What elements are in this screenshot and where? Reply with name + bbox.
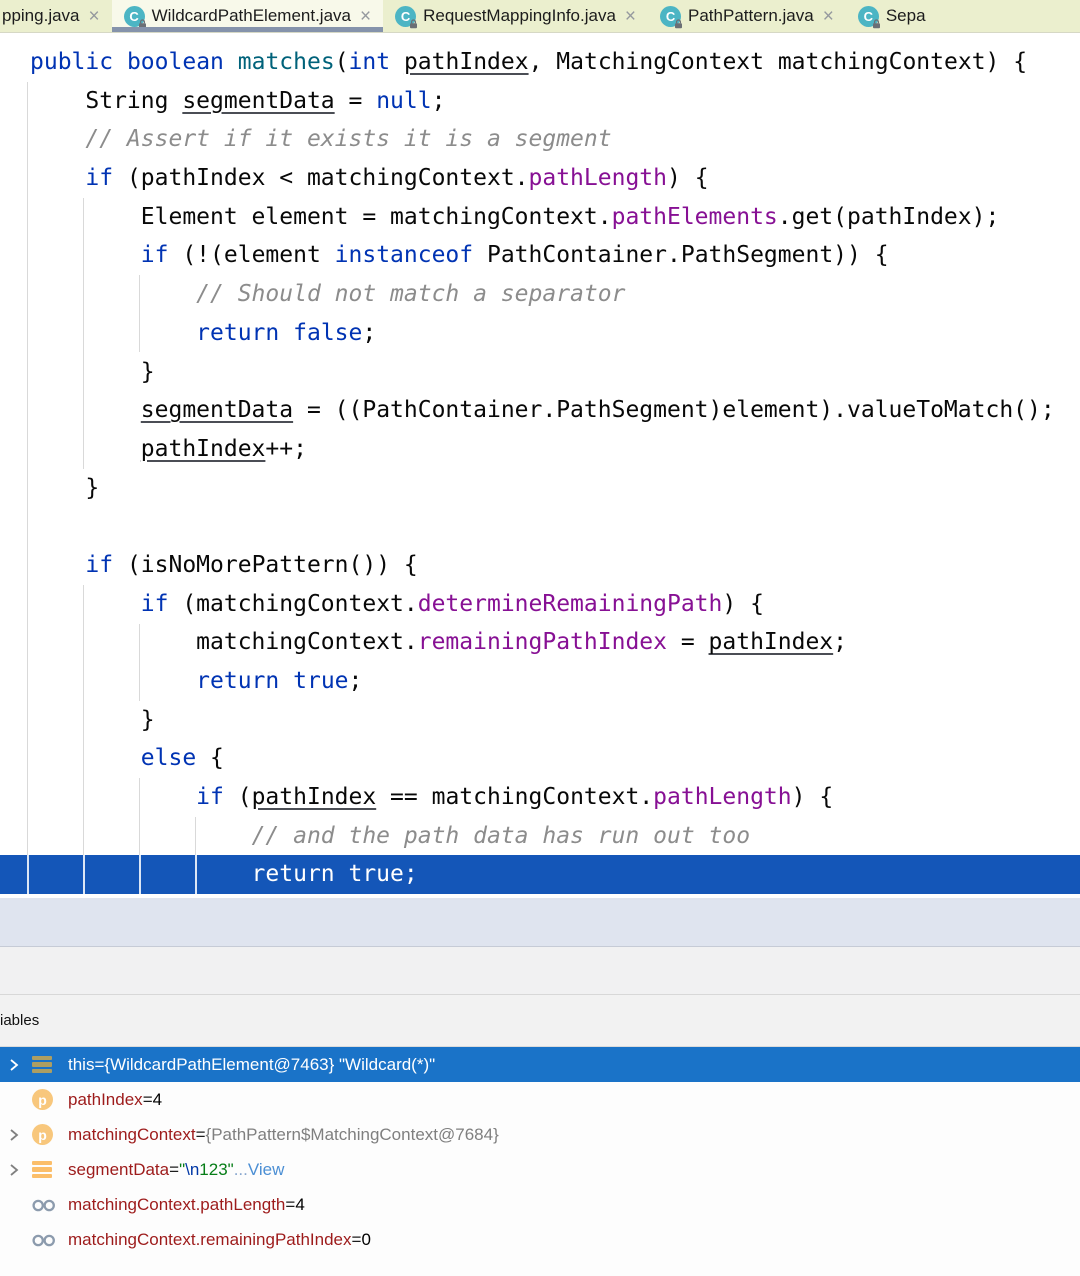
variable-value: =	[352, 1230, 362, 1250]
expand-chevron-icon[interactable]	[0, 1056, 28, 1074]
watch-icon	[28, 1197, 68, 1213]
variable-value: ...	[234, 1160, 248, 1180]
value-icon	[32, 1056, 52, 1074]
tab-requestmappinginfo-java[interactable]: C RequestMappingInfo.java ×	[383, 0, 648, 32]
variable-row-matchingcontext-remainingpathindex[interactable]: matchingContext.remainingPathIndex = 0	[0, 1222, 1080, 1257]
variable-value: 123"	[199, 1160, 233, 1180]
variable-row-this[interactable]: this = {WildcardPathElement@7463} "Wildc…	[0, 1047, 1080, 1082]
code-line[interactable]: }	[0, 353, 1080, 392]
variable-value: =	[94, 1055, 104, 1075]
variable-value: =	[285, 1195, 295, 1215]
ide-window: pping.java × C WildcardPathElement.java × C Re…	[0, 0, 1080, 1276]
parameter-icon: p	[28, 1089, 68, 1110]
code-line[interactable]	[0, 507, 1080, 546]
code-line[interactable]: // Assert if it exists it is a segment	[0, 120, 1080, 159]
tab-sepa[interactable]: C Sepa	[846, 0, 938, 32]
tab-label: RequestMappingInfo.java	[423, 6, 616, 26]
tab-close-icon[interactable]: ×	[625, 7, 636, 26]
variable-name: matchingContext.pathLength	[68, 1195, 285, 1215]
expand-chevron-icon[interactable]	[0, 1161, 28, 1179]
value-icon	[28, 1161, 68, 1179]
tab-pathpattern-java[interactable]: C PathPattern.java ×	[648, 0, 846, 32]
class-icon: C	[124, 6, 145, 27]
class-icon: C	[660, 6, 681, 27]
class-icon: C	[395, 6, 416, 27]
view-link[interactable]: View	[248, 1160, 285, 1180]
parameter-icon: p	[28, 1124, 68, 1145]
code-line[interactable]: // and the path data has run out too	[0, 817, 1080, 856]
editor-tab-bar: pping.java × C WildcardPathElement.java × C Re…	[0, 0, 1080, 33]
variables-panel-header: iables	[0, 995, 1080, 1047]
tab-close-icon[interactable]: ×	[89, 7, 100, 26]
variable-name: this	[68, 1055, 94, 1075]
code-line[interactable]: Element element = matchingContext.pathEl…	[0, 198, 1080, 237]
tab-label: PathPattern.java	[688, 6, 814, 26]
execution-point-line[interactable]: return true;	[0, 855, 1080, 894]
debugger-toolbar-band	[0, 947, 1080, 995]
tab-wildcardpathelement-java[interactable]: C WildcardPathElement.java ×	[112, 0, 383, 32]
code-editor[interactable]: public boolean matches(int pathIndex, Ma…	[0, 33, 1080, 898]
code-line[interactable]: if (isNoMorePattern()) {	[0, 546, 1080, 585]
tab-label: WildcardPathElement.java	[152, 6, 351, 26]
code-line[interactable]: segmentData = ((PathContainer.PathSegmen…	[0, 391, 1080, 430]
code-line[interactable]: if (pathIndex < matchingContext.pathLeng…	[0, 159, 1080, 198]
indent-guide	[83, 855, 85, 894]
code-line[interactable]: }	[0, 469, 1080, 508]
variable-name: segmentData	[68, 1160, 169, 1180]
code-line[interactable]: if (pathIndex == matchingContext.pathLen…	[0, 778, 1080, 817]
tab-close-icon[interactable]: ×	[823, 7, 834, 26]
code-line[interactable]: // Should not match a separator	[0, 275, 1080, 314]
debug-variables-panel: iables this = {WildcardPathElement@7463}…	[0, 995, 1080, 1276]
parameter-icon: p	[32, 1124, 53, 1145]
code-line[interactable]: String segmentData = null;	[0, 82, 1080, 121]
code-line[interactable]: if (matchingContext.determineRemainingPa…	[0, 585, 1080, 624]
tab-close-icon[interactable]: ×	[360, 7, 371, 26]
variable-row-matchingcontext[interactable]: p matchingContext = {PathPattern$Matching…	[0, 1117, 1080, 1152]
indent-guide	[139, 855, 141, 894]
watch-icon	[28, 1232, 68, 1248]
variable-row-pathindex[interactable]: p pathIndex = 4	[0, 1082, 1080, 1117]
code-line[interactable]: return false;	[0, 314, 1080, 353]
tab-pping-java[interactable]: pping.java ×	[0, 0, 112, 32]
parameter-icon: p	[32, 1089, 53, 1110]
code-line[interactable]: matchingContext.remainingPathIndex = pat…	[0, 623, 1080, 662]
variable-value: {WildcardPathElement@7463} "Wildcard(*)"	[104, 1055, 435, 1075]
tab-label: Sepa	[886, 6, 926, 26]
variable-value: 4	[153, 1090, 162, 1110]
value-icon	[28, 1056, 68, 1074]
indent-guide	[27, 855, 29, 894]
expand-chevron-icon[interactable]	[0, 1126, 28, 1144]
variable-value: 4	[295, 1195, 304, 1215]
variable-row-segmentdata[interactable]: segmentData = "\n123" ... View	[0, 1152, 1080, 1187]
variable-value: =	[196, 1125, 206, 1145]
tab-label: pping.java	[2, 6, 80, 26]
variable-row-matchingcontext-pathlength[interactable]: matchingContext.pathLength = 4	[0, 1187, 1080, 1222]
code-line[interactable]: public boolean matches(int pathIndex, Ma…	[0, 43, 1080, 82]
variable-value: 0	[361, 1230, 370, 1250]
code-area: public boolean matches(int pathIndex, Ma…	[0, 33, 1080, 894]
value-icon	[32, 1161, 52, 1179]
code-line[interactable]: else {	[0, 739, 1080, 778]
code-line[interactable]: return true;	[0, 662, 1080, 701]
variable-name: matchingContext	[68, 1125, 196, 1145]
variables-panel-title: iables	[0, 1012, 39, 1029]
indent-guide	[195, 855, 197, 894]
variable-name: pathIndex	[68, 1090, 143, 1110]
code-line[interactable]: if (!(element instanceof PathContainer.P…	[0, 236, 1080, 275]
variables-tree: this = {WildcardPathElement@7463} "Wildc…	[0, 1047, 1080, 1257]
variable-name: matchingContext.remainingPathIndex	[68, 1230, 352, 1250]
code-line[interactable]: }	[0, 701, 1080, 740]
class-icon: C	[858, 6, 879, 27]
variable-value: =	[143, 1090, 153, 1110]
editor-bottom-band	[0, 898, 1080, 947]
variable-value: =	[169, 1160, 179, 1180]
variable-value: {PathPattern$MatchingContext@7684}	[206, 1125, 499, 1145]
variable-value: \n	[185, 1160, 199, 1180]
code-line[interactable]: pathIndex++;	[0, 430, 1080, 469]
